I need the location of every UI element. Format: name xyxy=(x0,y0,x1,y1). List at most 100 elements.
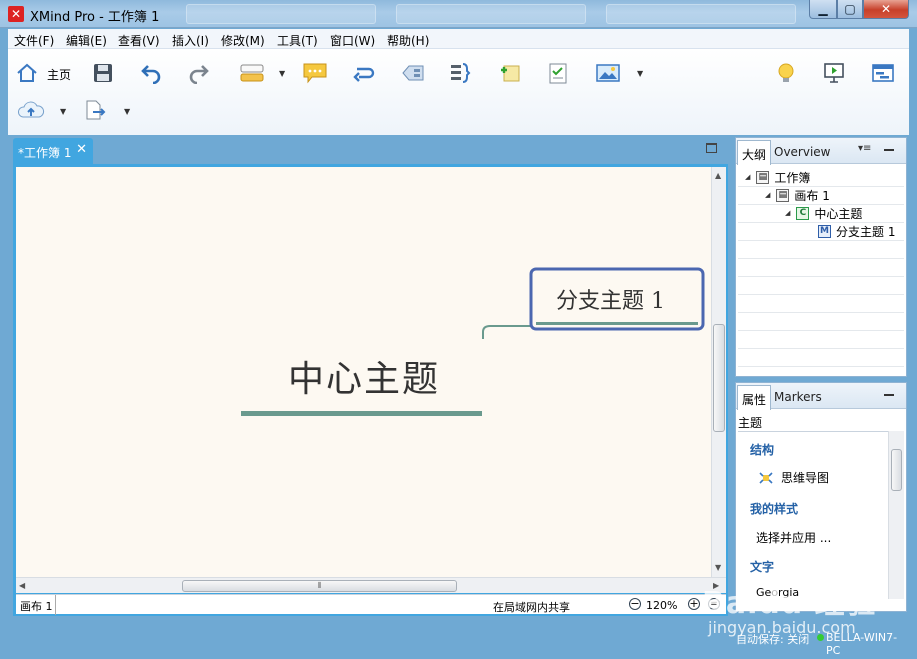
row-divider xyxy=(738,240,904,241)
collapse-arrow-icon[interactable]: ◢ xyxy=(785,209,790,217)
central-topic-underline xyxy=(241,411,482,416)
collapse-arrow-icon[interactable]: ◢ xyxy=(765,191,770,199)
tab-properties[interactable]: 属性 xyxy=(737,385,772,410)
home-button[interactable] xyxy=(12,58,42,88)
scroll-up-icon[interactable]: ▲ xyxy=(715,171,721,180)
scroll-down-icon[interactable]: ▼ xyxy=(715,563,721,572)
section-text-title[interactable]: 文字 xyxy=(750,558,774,575)
minimize-button[interactable]: ▁ xyxy=(809,0,837,19)
scroll-left-icon[interactable]: ◀ xyxy=(19,581,25,590)
central-topic[interactable]: 中心主题 xyxy=(288,350,440,402)
undo-button[interactable] xyxy=(136,58,166,88)
notes-button[interactable] xyxy=(495,58,525,88)
menu-view[interactable]: 查看(V) xyxy=(118,32,160,49)
tree-item-label: 画布 1 xyxy=(794,188,830,203)
callout-button[interactable] xyxy=(300,58,330,88)
row-divider xyxy=(738,222,904,223)
branch-topic-underline xyxy=(536,322,698,325)
tab-markers[interactable]: Markers xyxy=(774,390,822,404)
presentation-button[interactable] xyxy=(819,58,849,88)
topic-icon xyxy=(240,64,264,82)
minimize-panel-icon[interactable] xyxy=(884,394,894,396)
properties-scrollbar[interactable] xyxy=(888,431,904,599)
baidu-jingyan-watermark: Baidu 经验 xyxy=(702,586,877,621)
properties-content: 结构 思维导图 我的样式 选择并应用 ... 文字 Georgia xyxy=(738,431,890,601)
sheet-tab[interactable]: 画布 1 xyxy=(16,595,56,615)
callout-icon xyxy=(303,63,327,84)
tree-item-central-topic[interactable]: ◢ C 中心主题 xyxy=(785,204,862,222)
panel-view-menu-icon[interactable]: ▾≡ xyxy=(858,143,871,154)
maximize-button[interactable]: ▢ xyxy=(837,0,863,19)
row-divider xyxy=(738,348,904,349)
home-label: 主页 xyxy=(47,68,72,82)
insert-image-dropdown-icon[interactable]: ▼ xyxy=(637,69,643,78)
tree-item-label: 工作簿 xyxy=(774,170,811,185)
task-icon xyxy=(549,63,567,84)
close-tab-icon[interactable]: ✕ xyxy=(76,142,87,157)
redo-button[interactable] xyxy=(184,58,214,88)
share-dropdown-icon[interactable]: ▼ xyxy=(60,107,66,116)
menu-edit[interactable]: 编辑(E) xyxy=(66,32,107,49)
background-window-tab xyxy=(186,4,376,24)
menu-bar: 文件(F) 编辑(E) 查看(V) 插入(I) 修改(M) 工具(T) 窗口(W… xyxy=(8,29,909,49)
minimize-panel-icon[interactable] xyxy=(884,149,894,151)
properties-scroll-thumb[interactable] xyxy=(891,449,902,491)
menu-help[interactable]: 帮助(H) xyxy=(387,32,429,49)
editor-tab-label: *工作簿 1 xyxy=(18,146,72,160)
export-button[interactable] xyxy=(80,95,110,125)
branch-topic-1[interactable]: 分支主题 1 xyxy=(556,283,665,315)
structure-selector[interactable]: 思维导图 xyxy=(757,469,829,486)
sheet-icon: ▤ xyxy=(776,188,790,202)
canvas-horizontal-scrollbar[interactable]: ◀ ⦀ ▶ xyxy=(16,577,726,593)
zoom-out-icon[interactable]: − xyxy=(629,598,641,610)
tab-outline[interactable]: 大纲 xyxy=(737,140,772,165)
tree-item-branch-topic[interactable]: M 分支主题 1 xyxy=(818,222,895,240)
tree-item-sheet[interactable]: ◢ ▤ 画布 1 xyxy=(765,186,830,204)
tree-item-label: 分支主题 1 xyxy=(836,224,896,239)
tree-item-label: 中心主题 xyxy=(814,206,863,221)
mind-map-canvas[interactable]: 中心主题 分支主题 1 xyxy=(16,167,711,577)
editor-tab-workbook[interactable]: *工作簿 1 ✕ xyxy=(13,138,93,164)
insert-topic-dropdown-icon[interactable]: ▼ xyxy=(279,69,285,78)
background-window-tab xyxy=(396,4,586,24)
close-window-button[interactable]: ✕ xyxy=(863,0,909,19)
section-structure-title[interactable]: 结构 xyxy=(750,441,774,458)
share-upload-button[interactable] xyxy=(16,95,46,125)
export-icon xyxy=(86,100,106,120)
outline-panel-header: 大纲 Overview ▾≡ xyxy=(736,138,906,165)
boundary-button[interactable] xyxy=(398,58,428,88)
menu-window[interactable]: 窗口(W) xyxy=(330,32,375,49)
summary-button[interactable] xyxy=(445,58,475,88)
presentation-icon xyxy=(824,63,844,83)
menu-insert[interactable]: 插入(I) xyxy=(172,32,209,49)
canvas-vertical-scrollbar[interactable]: ▲ ▼ xyxy=(711,167,726,577)
xmind-logo-icon: ✕ xyxy=(8,6,24,22)
horizontal-scroll-thumb[interactable]: ⦀ xyxy=(182,580,457,592)
tab-overview[interactable]: Overview xyxy=(774,145,831,159)
apply-style-link[interactable]: 选择并应用 ... xyxy=(756,529,831,546)
collapse-arrow-icon[interactable]: ◢ xyxy=(745,173,750,181)
zoom-level[interactable]: 120% xyxy=(646,599,677,612)
relationship-button[interactable] xyxy=(349,58,379,88)
menu-tools[interactable]: 工具(T) xyxy=(277,32,318,49)
maximize-editor-icon[interactable] xyxy=(706,143,717,153)
structure-value: 思维导图 xyxy=(781,471,830,485)
menu-file[interactable]: 文件(F) xyxy=(14,32,54,49)
vertical-scroll-thumb[interactable] xyxy=(713,324,725,432)
zoom-in-icon[interactable]: + xyxy=(688,598,700,610)
section-my-style-title[interactable]: 我的样式 xyxy=(750,500,798,517)
menu-modify[interactable]: 修改(M) xyxy=(221,32,265,49)
insert-topic-button[interactable] xyxy=(235,58,269,88)
export-dropdown-icon[interactable]: ▼ xyxy=(124,107,130,116)
task-button[interactable] xyxy=(543,58,573,88)
gantt-view-button[interactable] xyxy=(868,58,898,88)
watermark-url: jingyan.baidu.com xyxy=(708,618,856,637)
gantt-icon xyxy=(872,64,894,82)
insert-image-button[interactable] xyxy=(593,58,623,88)
save-button[interactable] xyxy=(88,58,118,88)
brainstorm-button[interactable] xyxy=(771,58,801,88)
window-title: XMind Pro - 工作簿 1 xyxy=(30,10,160,25)
tree-item-workbook[interactable]: ◢ ▤ 工作簿 xyxy=(745,168,810,186)
lan-share-label[interactable]: 在局域网内共享 xyxy=(493,599,570,615)
editor-status-bar: 画布 1 在局域网内共享 − 120% + = xyxy=(16,594,726,615)
